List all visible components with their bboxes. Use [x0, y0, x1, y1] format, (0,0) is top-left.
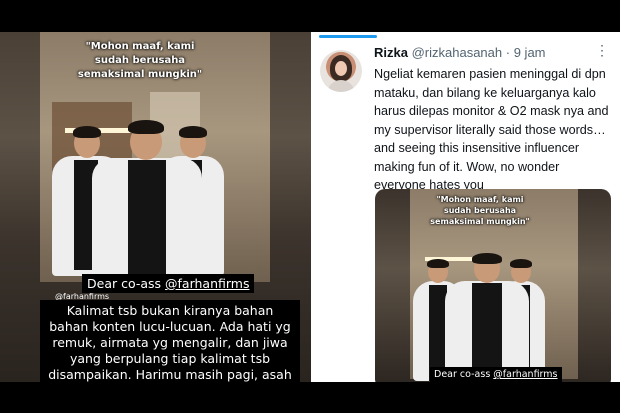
video-overlay-quote: "Mohon maaf, kami sudah berusaha semaksi… [77, 41, 203, 80]
media-caption: Dear co-ass @farhanfirms [430, 367, 562, 382]
active-tab-indicator [319, 35, 377, 38]
media-person-center [445, 253, 529, 382]
more-dots-icon[interactable]: ⋮ [595, 42, 609, 59]
media-caption-prefix: Dear co-ass [434, 369, 494, 380]
caption-prefix: Dear co-ass [87, 276, 166, 291]
tweet-header: Rizka @rizkahasanah · 9 jam [374, 45, 546, 60]
author-avatar[interactable] [320, 50, 362, 92]
tweet-time[interactable]: 9 jam [514, 45, 546, 60]
person-center [92, 120, 202, 290]
video-body-text: Kalimat tsb bukan kiranya bahan bahan ko… [40, 300, 300, 382]
tweet-card[interactable]: Rizka @rizkahasanah · 9 jam ⋮ Ngeliat ke… [311, 32, 620, 382]
video-caption: Dear co-ass @farhanfirms [82, 274, 255, 293]
author-name[interactable]: Rizka [374, 45, 408, 60]
header-separator: · [505, 45, 511, 60]
left-video-frame[interactable]: "Mohon maaf, kami sudah berusaha semaksi… [0, 32, 311, 382]
top-letterbox [0, 0, 620, 32]
tweet-media[interactable]: "Mohon maaf, kami sudah berusaha semaksi… [375, 189, 611, 382]
author-handle[interactable]: @rizkahasanah [412, 45, 503, 60]
caption-handle-link[interactable]: @farhanfirms [165, 276, 249, 291]
tweet-text: Ngeliat kemaren pasien meninggal di dpn … [374, 67, 609, 192]
bottom-letterbox [0, 382, 620, 413]
media-caption-handle-link[interactable]: @farhanfirms [493, 369, 557, 380]
media-overlay-quote: "Mohon maaf, kami sudah berusaha semaksi… [430, 195, 530, 226]
